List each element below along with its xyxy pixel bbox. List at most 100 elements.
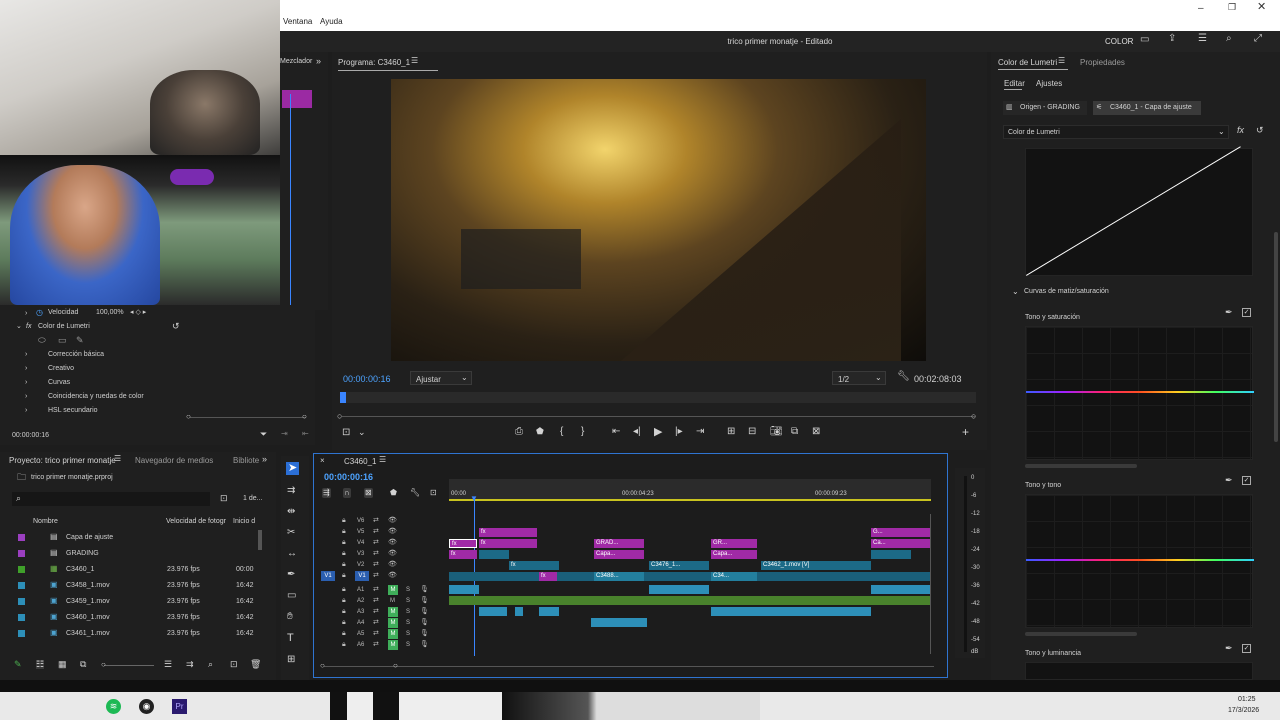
clip-grading[interactable]: GRAD... [594,539,644,548]
tab-lumetri[interactable]: Color de Lumetri [998,58,1057,67]
eyedropper-icon[interactable]: ✒ [1225,476,1233,485]
lock-icon[interactable]: 🔒︎ [342,597,346,604]
overwrite-icon[interactable]: ⊟ [748,427,756,437]
track-header-v2[interactable]: 🔒︎ V2 ⇄ 👁︎ [314,560,449,571]
wrench-icon[interactable]: 🔧︎ [410,489,420,497]
menu-ayuda[interactable]: Ayuda [320,17,343,26]
sync-lock-icon[interactable]: ⇄ [373,550,379,557]
spotify-icon[interactable]: ≋ [106,699,121,714]
column-fps[interactable]: Velocidad de fotogr [166,518,226,525]
clip[interactable]: fx [479,528,537,537]
mic-icon[interactable]: 🎙︎ [420,597,429,604]
razor-icon[interactable]: ✂ [287,528,295,538]
mini-timeline-ruler[interactable] [340,392,976,403]
program-timecode[interactable]: 00:00:00:16 [343,374,391,384]
sort-icon[interactable]: ☰ [164,660,172,669]
zoom-handle-left[interactable]: ○ [337,412,342,421]
menu-ventana[interactable]: Ventana [283,17,312,26]
sync-lock-icon[interactable]: ⇄ [373,630,379,637]
program-tab[interactable]: Programa: C3460_1 [338,58,410,67]
scrollbar[interactable] [258,530,262,550]
list-view-icon[interactable]: ☷ [36,660,45,669]
hue-luma-curve[interactable] [1025,662,1253,680]
scroll-handle-left[interactable]: ○ [320,662,325,670]
eyedropper-icon[interactable]: ✒ [1225,308,1233,317]
section-coincidencia[interactable]: Coincidencia y ruedas de color [48,393,144,400]
mute-button[interactable]: M [388,629,398,639]
track-header-a2[interactable]: 🔒︎ A2 ⇄ M S 🎙︎ [314,596,449,607]
curve-scrollbar[interactable] [1025,464,1137,468]
mute-button[interactable]: M [388,640,398,650]
new-item-icon[interactable]: ⊡ [230,660,238,669]
track-header-a5[interactable]: 🔒︎ A5 ⇄ M S 🎙︎ [314,629,449,640]
sync-lock-icon[interactable]: ⇄ [373,572,379,579]
panel-menu-icon[interactable]: ☰ [1058,57,1065,65]
clip-c3462[interactable]: C3462_1.mov [V] [761,561,871,570]
sync-lock-icon[interactable]: ⇄ [373,597,379,604]
chevron-down-icon[interactable]: ⌄ [1012,288,1019,296]
audio-clip[interactable] [539,607,559,616]
track-header-a1[interactable]: 🔒︎ A1 ⇄ M S 🎙︎ [314,585,449,596]
solo-button[interactable]: S [406,587,410,593]
automate-icon[interactable]: ⇉ [186,660,194,669]
lock-icon[interactable]: 🔒︎ [342,550,346,557]
reset-icon[interactable]: ↺ [1256,126,1264,135]
clip[interactable]: G... [871,528,931,537]
track-header-v1[interactable]: V1 🔒︎ V1 ⇄ 👁︎ [314,571,449,582]
eye-icon[interactable]: 👁︎ [388,561,397,568]
track-header-a3[interactable]: 🔒︎ A3 ⇄ M S 🎙︎ [314,607,449,618]
camera-icon[interactable]: 📷︎ [770,427,783,437]
go-to-in-icon[interactable]: ⇤ [612,427,620,437]
sync-lock-icon[interactable]: ⇄ [373,561,379,568]
ripple-edit-icon[interactable]: ⇹ [287,507,295,517]
audio-clip[interactable] [449,585,479,594]
chevron-down-icon[interactable]: ⌄ [358,428,366,437]
chevron-right-icon[interactable]: » [316,57,321,66]
expand-arrow-icon[interactable]: › [25,379,27,386]
solo-button[interactable]: S [406,609,410,615]
obs-icon[interactable]: ◉ [139,699,154,714]
zoom-scroll[interactable] [342,416,975,417]
mic-icon[interactable]: 🎙︎ [420,641,429,648]
eye-icon[interactable]: 👁︎ [388,539,397,546]
zoom-handle-left[interactable]: ○ [186,413,191,421]
safe-margins-icon[interactable]: ⊡ [342,428,350,438]
clip-c3488[interactable]: C3488... [594,572,644,581]
list-item[interactable]: ▣ C3458_1.mov 23.976 fps 16:42 [0,581,262,593]
eye-icon[interactable]: 👁︎ [388,550,397,557]
marker-icon[interactable]: ⬟ [536,427,544,436]
resolution-dropdown[interactable]: 1/2 ⌄ [832,371,886,385]
playhead-handle[interactable]: ▼ [470,495,478,503]
sync-lock-icon[interactable]: ⇄ [373,539,379,546]
lock-icon[interactable]: 🔒︎ [342,619,346,626]
mute-button[interactable]: M [388,585,398,595]
velocidad-value[interactable]: 100,00% [96,309,124,316]
expand-arrow-icon[interactable]: › [25,407,27,414]
zoom-bar[interactable] [190,417,306,418]
list-item[interactable]: ▣ C3461_1.mov 23.976 fps 16:42 [0,629,262,641]
mic-icon[interactable]: 🎙︎ [420,619,429,626]
lock-icon[interactable]: 🔒︎ [342,586,346,593]
clip[interactable]: fx [509,561,559,570]
zoom-handle-right[interactable]: ○ [302,413,307,421]
filter-icon[interactable]: ⏷ [260,430,267,439]
go-to-out-icon[interactable]: ⇥ [696,427,704,437]
track-header-a4[interactable]: 🔒︎ A4 ⇄ M S 🎙︎ [314,618,449,629]
section-hue-sat-curves[interactable]: Curvas de matiz/saturación [1024,288,1109,295]
list-item[interactable]: ▤ GRADING [0,549,262,561]
trash-icon[interactable]: 🗑︎ [250,660,261,669]
sync-lock-icon[interactable]: ⇄ [373,608,379,615]
lock-icon[interactable]: 🔒︎ [342,528,346,535]
close-icon[interactable]: × [320,457,325,465]
clip-grading-2[interactable]: GR... [711,539,757,548]
eyedropper-icon[interactable]: ✒ [1225,644,1233,653]
section-hsl[interactable]: HSL secundario [48,407,98,414]
hand-tool-icon[interactable]: ✋︎ [287,612,293,622]
stopwatch-icon[interactable]: ◷ [36,309,43,317]
menu-icon[interactable]: ☰ [1198,34,1207,44]
keyframe-nav-icon[interactable]: ◂ ◇ ▸ [130,309,146,316]
lock-icon[interactable]: 🔒︎ [342,517,346,524]
lock-icon[interactable]: 🔒︎ [342,572,346,579]
list-item[interactable]: ▣ C3460_1.mov 23.976 fps 16:42 [0,613,262,625]
scroll-handle-right[interactable]: ○ [393,662,398,670]
